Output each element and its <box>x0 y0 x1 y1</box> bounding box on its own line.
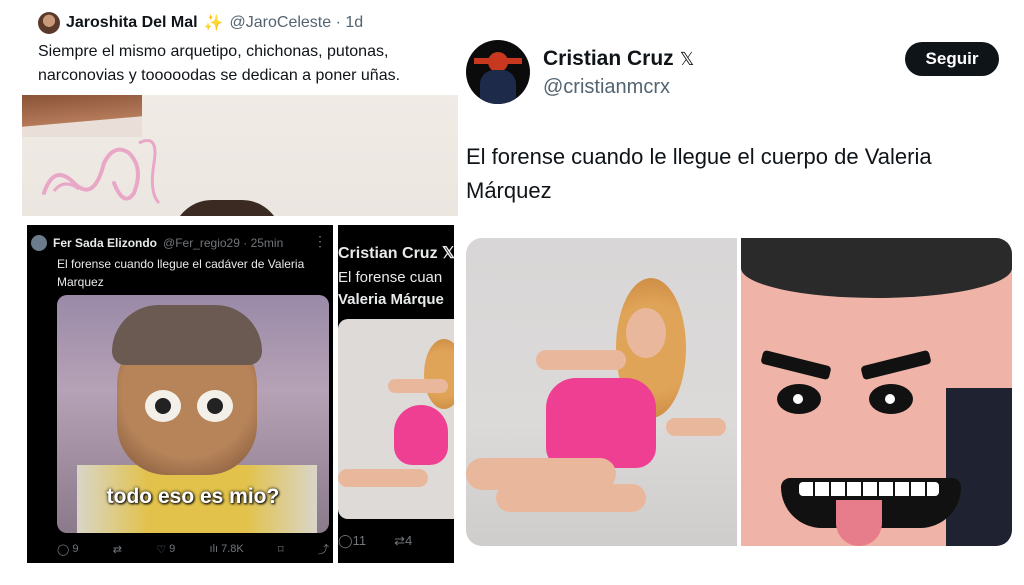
bookmark-button[interactable]: ⌑ <box>278 541 284 557</box>
tweet-text: El forense cuan Valeria Márque <box>338 267 454 311</box>
media-model-photo[interactable] <box>466 238 737 546</box>
x-logo-icon: 𝕏 <box>442 245 454 262</box>
avatar[interactable] <box>31 235 47 251</box>
retweet-icon: ⇄ <box>394 533 405 548</box>
retweet-count: 4 <box>404 533 413 548</box>
puppet-eye-left <box>145 390 181 422</box>
author-name[interactable]: Cristian Cruz 𝕏 <box>338 243 454 263</box>
media-comic-face[interactable] <box>741 238 1012 546</box>
more-options-icon[interactable]: ⋮ <box>313 233 327 250</box>
tweet-media-model[interactable] <box>338 319 454 519</box>
tweet-jaroshita[interactable]: Jaroshita Del Mal ✨ @JaroCeleste · 1d Si… <box>22 0 458 216</box>
retweet-button[interactable]: ⇄ <box>113 541 122 557</box>
retweet-button[interactable]: ⇄4 <box>394 533 412 549</box>
model-arm <box>388 379 448 393</box>
tweet-text-line-1: El forense cuan <box>338 269 443 286</box>
model-face <box>626 308 666 358</box>
reply-count: 9 <box>72 543 79 555</box>
x-logo-icon: 𝕏 <box>679 48 695 69</box>
model-swimsuit <box>546 378 656 468</box>
tweet-cristian-cropped[interactable]: Cristian Cruz 𝕏 El forense cuan Valeria … <box>338 225 454 563</box>
author-name[interactable]: Cristian Cruz 𝕏 <box>543 47 694 71</box>
comic-teeth <box>799 482 939 496</box>
meme-caption: todo eso es mio? <box>106 485 280 508</box>
comic-eye-left <box>777 384 821 414</box>
author-handle[interactable]: @cristianmcrx <box>543 76 670 99</box>
reply-button[interactable]: ◯11 <box>338 533 366 549</box>
avatar[interactable] <box>38 12 60 34</box>
reply-icon: ◯ <box>57 543 70 556</box>
tweet-fer-sada[interactable]: Fer Sada Elizondo @Fer_regio29 · 25min ⋮… <box>27 225 333 563</box>
person-head <box>172 200 282 216</box>
comic-jacket <box>946 388 1012 546</box>
puppet-eye-right <box>197 390 233 422</box>
comic-brow-right <box>860 349 932 381</box>
author-handle-time[interactable]: @JaroCeleste · 1d <box>230 14 364 32</box>
author-handle-time[interactable]: @Fer_regio29 · 25min <box>163 236 283 250</box>
views-icon: ılı <box>209 543 219 555</box>
model-leg-lower <box>496 484 646 512</box>
avatar-head <box>488 52 508 72</box>
views-button[interactable]: ılı 7.8K <box>210 541 244 557</box>
puppet-hair <box>112 305 262 365</box>
sparkles-icon: ✨ <box>203 15 224 32</box>
model-leg <box>338 469 428 487</box>
tweet-actions: ◯ 9 ⇄ ♡ 9 ılı 7.8K ⌑ ⤴ <box>57 541 329 557</box>
avatar[interactable] <box>466 40 530 104</box>
tweet-photo[interactable] <box>22 95 458 216</box>
author-name[interactable]: Jaroshita Del Mal <box>66 14 198 32</box>
tweet-text: El forense cuando le llegue el cuerpo de… <box>466 144 932 203</box>
views-count: 7.8K <box>221 543 244 555</box>
bookmark-icon: ⌑ <box>278 543 284 556</box>
follow-button[interactable]: Seguir <box>905 42 999 76</box>
neon-sign-logo <box>42 139 161 205</box>
reply-count: 11 <box>352 533 367 548</box>
tweet-actions: ◯11 ⇄4 <box>338 533 454 549</box>
like-count: 9 <box>169 543 176 555</box>
model-arm <box>536 350 626 370</box>
model-hair <box>424 339 454 409</box>
comic-eye-right <box>869 384 913 414</box>
author-name-text: Cristian Cruz <box>338 245 438 262</box>
avatar-body <box>480 70 516 104</box>
like-icon: ♡ <box>156 543 167 556</box>
tweet-text-line-2: Valeria Márque <box>338 291 444 308</box>
tweet-cristian-cruz[interactable]: Cristian Cruz 𝕏 @cristianmcrx Seguir El … <box>466 30 1012 550</box>
retweet-icon: ⇄ <box>112 543 122 556</box>
tweet-media-puppet[interactable]: todo eso es mio? <box>57 295 329 533</box>
author-name-text: Cristian Cruz <box>543 47 674 70</box>
tweet-text: El forense cuando llegue el cadáver de V… <box>57 257 305 289</box>
tweet-header: Jaroshita Del Mal ✨ @JaroCeleste · 1d <box>38 12 363 34</box>
comic-hair <box>741 238 1012 298</box>
share-icon: ⤴ <box>318 544 329 556</box>
tweet-text: Siempre el mismo arquetipo, chichonas, p… <box>38 43 401 84</box>
share-button[interactable]: ⤴ <box>318 541 329 557</box>
comic-tongue <box>836 500 882 546</box>
reply-icon: ◯ <box>338 533 353 548</box>
tweet-header: Fer Sada Elizondo @Fer_regio29 · 25min <box>31 235 283 251</box>
author-name[interactable]: Fer Sada Elizondo <box>53 236 157 250</box>
model-swimsuit <box>394 405 448 465</box>
model-arm-right <box>666 418 726 436</box>
like-button[interactable]: ♡ 9 <box>156 541 175 557</box>
comic-brow-left <box>760 349 832 381</box>
tweet-media <box>466 238 1012 546</box>
reply-button[interactable]: ◯ 9 <box>57 541 78 557</box>
screenshot-collage: Jaroshita Del Mal ✨ @JaroCeleste · 1d Si… <box>0 0 1024 585</box>
